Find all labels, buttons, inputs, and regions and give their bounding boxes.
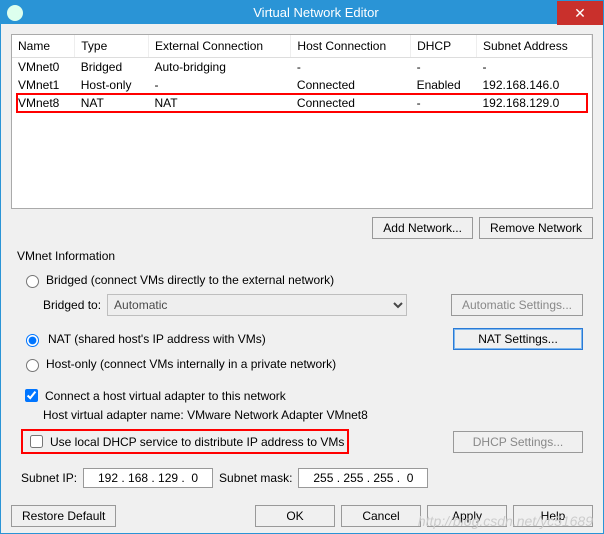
- help-button[interactable]: Help: [513, 505, 593, 527]
- local-dhcp-checkbox[interactable]: [30, 435, 43, 448]
- hostonly-radio[interactable]: [26, 359, 39, 372]
- hostonly-label: Host-only (connect VMs internally in a p…: [46, 357, 336, 371]
- table-row[interactable]: VMnet8NATNATConnected-192.168.129.0: [12, 94, 592, 112]
- automatic-settings-button: Automatic Settings...: [451, 294, 583, 316]
- col-header[interactable]: External Connection: [149, 35, 291, 58]
- bridged-radio[interactable]: [26, 275, 39, 288]
- subnet-mask-label: Subnet mask:: [219, 471, 292, 485]
- close-button[interactable]: ✕: [557, 1, 603, 25]
- subnet-ip-input[interactable]: [83, 468, 213, 488]
- col-header[interactable]: Subnet Address: [477, 35, 592, 58]
- bridged-label: Bridged (connect VMs directly to the ext…: [46, 273, 334, 287]
- nat-radio[interactable]: [26, 334, 39, 347]
- bridged-to-label: Bridged to:: [43, 298, 101, 312]
- local-dhcp-highlight: Use local DHCP service to distribute IP …: [21, 429, 349, 454]
- dhcp-settings-button: DHCP Settings...: [453, 431, 583, 453]
- apply-button[interactable]: Apply: [427, 505, 507, 527]
- ok-button[interactable]: OK: [255, 505, 335, 527]
- connect-host-adapter-label: Connect a host virtual adapter to this n…: [45, 389, 286, 403]
- cancel-button[interactable]: Cancel: [341, 505, 421, 527]
- col-header[interactable]: Host Connection: [291, 35, 411, 58]
- vmnet-info-group: VMnet Information Bridged (connect VMs d…: [11, 247, 593, 499]
- window-title: Virtual Network Editor: [29, 5, 603, 20]
- group-title: VMnet Information: [11, 247, 593, 265]
- titlebar: Virtual Network Editor ✕: [1, 1, 603, 24]
- bridged-to-select: Automatic: [107, 294, 407, 316]
- add-network-button[interactable]: Add Network...: [372, 217, 473, 239]
- subnet-mask-input[interactable]: [298, 468, 428, 488]
- host-adapter-name: Host virtual adapter name: VMware Networ…: [21, 408, 583, 422]
- remove-network-button[interactable]: Remove Network: [479, 217, 593, 239]
- col-header[interactable]: Type: [75, 35, 149, 58]
- content: NameTypeExternal ConnectionHost Connecti…: [1, 24, 603, 533]
- restore-default-button[interactable]: Restore Default: [11, 505, 116, 527]
- nat-label: NAT (shared host's IP address with VMs): [48, 332, 266, 346]
- subnet-ip-label: Subnet IP:: [21, 471, 77, 485]
- table-row[interactable]: VMnet1Host-only-ConnectedEnabled192.168.…: [12, 76, 592, 94]
- window: Virtual Network Editor ✕ NameTypeExterna…: [0, 0, 604, 534]
- table-row[interactable]: VMnet0BridgedAuto-bridging---: [12, 58, 592, 77]
- nat-settings-button[interactable]: NAT Settings...: [453, 328, 583, 350]
- col-header[interactable]: DHCP: [411, 35, 477, 58]
- app-icon: [7, 5, 23, 21]
- connect-host-adapter-checkbox[interactable]: [25, 389, 38, 402]
- col-header[interactable]: Name: [12, 35, 75, 58]
- local-dhcp-label: Use local DHCP service to distribute IP …: [50, 435, 344, 449]
- network-table[interactable]: NameTypeExternal ConnectionHost Connecti…: [11, 34, 593, 209]
